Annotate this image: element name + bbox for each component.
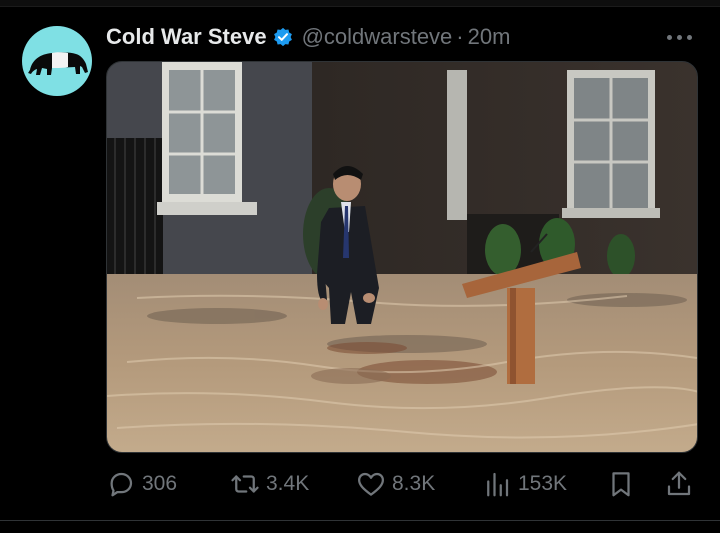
views-icon (487, 472, 509, 497)
tapir-logo-icon (28, 52, 88, 75)
bookmark-button[interactable] (606, 466, 636, 502)
reply-count: 306 (142, 472, 178, 495)
views-button[interactable]: 153K (482, 466, 567, 502)
tweet-media-image[interactable] (106, 61, 698, 453)
bookmark-icon (612, 472, 630, 497)
repost-count: 3.4K (266, 472, 310, 495)
like-icon (358, 472, 384, 496)
share-button[interactable] (664, 466, 694, 502)
more-options-icon[interactable] (667, 35, 695, 41)
view-count: 153K (518, 472, 568, 495)
verified-badge-icon (273, 27, 292, 47)
like-count: 8.3K (392, 472, 436, 495)
author-handle[interactable]: @coldwarsteve (302, 24, 453, 50)
header-separator: · (456, 24, 464, 49)
reply-icon (110, 472, 133, 497)
author-avatar[interactable] (22, 26, 92, 96)
like-button[interactable]: 8.3K (356, 466, 435, 502)
bottom-divider (0, 520, 720, 521)
repost-button[interactable]: 3.4K (230, 466, 309, 502)
top-divider (0, 0, 720, 7)
share-icon (667, 471, 691, 496)
tweet-header: Cold War Steve @coldwarsteve · 20m (106, 22, 510, 52)
tweet-timestamp[interactable]: 20m (468, 24, 511, 50)
flooded-street-photo (107, 62, 697, 452)
reply-button[interactable]: 306 (106, 466, 177, 502)
tweet-actions-bar: 306 3.4K 8.3K 153K (106, 466, 702, 502)
author-name[interactable]: Cold War Steve (106, 24, 267, 50)
repost-icon (231, 475, 259, 493)
